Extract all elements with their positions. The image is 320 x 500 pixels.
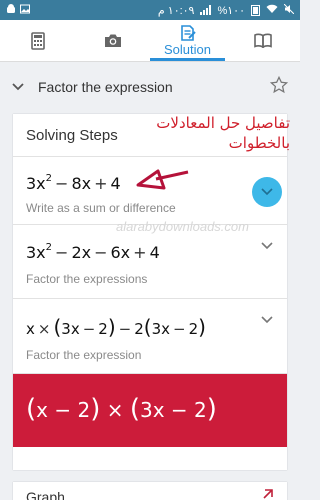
chevron-down-icon[interactable] [12,78,24,96]
battery-icon [251,4,260,16]
signal-icon [200,5,212,15]
expand-step-button[interactable] [252,177,282,207]
tab-calculator[interactable] [0,20,75,61]
step-description: Factor the expressions [26,272,148,286]
battery-percent: %١٠٠ [217,4,245,17]
result-expression: (x − 2) × (3x − 2) [26,394,217,424]
tab-solution[interactable]: Solution [150,20,225,61]
chevron-down-icon [261,188,273,196]
graph-label: Graph [26,489,65,500]
step-expression: x × (3x −2) −2(3x −2) [26,315,206,339]
step-expression: 3x2−8x +4 [26,173,121,193]
arabic-annotation: تفاصيل حل المعادلات بالخطوات [156,114,290,152]
book-icon [253,33,272,48]
status-time: ١٠:٠٩ م [157,4,195,17]
star-outline-icon[interactable] [269,75,289,99]
tab-book[interactable] [225,20,300,61]
tab-camera[interactable] [75,20,150,61]
step-description: Write as a sum or difference [26,201,176,215]
tab-solution-label: Solution [164,41,211,57]
problem-title: Factor the expression [38,79,173,95]
top-tab-bar: Solution [0,20,300,62]
camera-icon [104,34,121,47]
chevron-down-icon[interactable] [261,311,273,329]
watermark: alarabydownloads.com [116,219,249,234]
final-result: (x − 2) × (3x − 2) [13,374,287,447]
status-left [6,3,30,17]
problem-header[interactable]: Factor the expression [0,62,300,112]
step-3[interactable]: x × (3x −2) −2(3x −2) Factor the expression [13,299,287,374]
android-icon [6,3,16,17]
step-expression: 3x2−2x −6x +4 [26,242,160,262]
wifi-icon [266,4,278,17]
mute-icon [283,3,295,17]
calculator-icon [30,31,45,50]
status-bar: ١٠:٠٩ م %١٠٠ [0,0,300,20]
step-description: Factor the expression [26,348,142,362]
chevron-down-icon[interactable] [261,237,273,255]
graph-card[interactable]: Graph [13,482,287,500]
arrow-icon [136,169,189,190]
solution-icon [180,24,196,41]
image-icon [20,4,30,17]
status-right: ١٠:٠٩ م %١٠٠ [157,3,295,17]
external-link-icon[interactable] [261,488,273,500]
step-2[interactable]: 3x2−2x −6x +4 Factor the expressions [13,225,287,299]
